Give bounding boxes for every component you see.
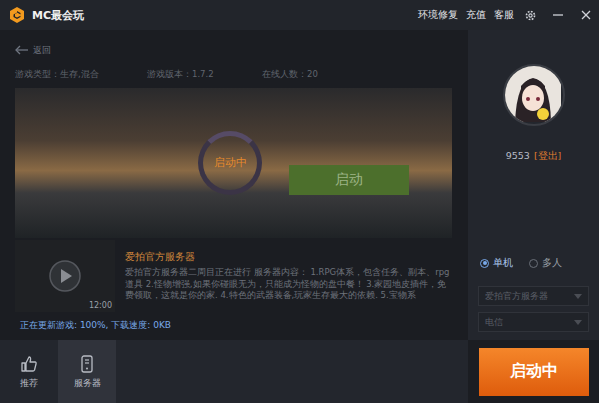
window-title: MC最会玩 [32,8,84,23]
launch-button[interactable]: 启动中 [479,348,589,396]
user-name: 9553 [506,150,530,163]
mode-radio-group: 单机 多人 [478,256,589,270]
banner-image: 启动中启动 [15,88,452,238]
server-description: 爱拍官方服务器二周目正在进行 服务器内容： 1.RPG体系，包含任务、副本、rp… [125,267,452,302]
menu-item[interactable]: 充值 [466,8,486,22]
game-info: 游戏类型：生存,混合游戏版本：1.7.2在线人数：20 [15,66,452,84]
phone-icon [77,354,97,374]
logo-icon [8,6,26,24]
chevron-down-icon [574,294,582,299]
menu-item[interactable]: 客服 [494,8,514,22]
loading-spinner: 启动中 [198,131,262,195]
video-thumbnail[interactable]: 12:00 [15,240,115,312]
minimize-icon[interactable] [551,8,565,22]
dropdown: 电信 [478,312,589,332]
update-status: 正在更新游戏: 100%, 下载速度: 0KB [15,318,452,332]
info-item: 在线人数：20 [262,69,318,81]
game-detail: 返回游戏类型：生存,混合游戏版本：1.7.2在线人数：20启动中启动12:00爱… [0,30,468,340]
thumbs-up-icon [19,354,39,374]
launcher-window: MC最会玩环境修复充值客服返回游戏类型：生存,混合游戏版本：1.7.2在线人数：… [0,0,599,403]
back-button[interactable]: 返回 [15,30,452,66]
video-duration: 12:00 [89,301,112,310]
gear-icon[interactable] [524,9,537,22]
play-icon [48,259,82,293]
close-icon[interactable] [579,8,593,22]
mode-radio[interactable]: 多人 [529,256,562,270]
dropdown: 爱拍官方服务器 [478,286,589,306]
chevron-down-icon [574,320,582,325]
start-button: 启动 [289,165,409,195]
bottom-bar: 推荐服务器 启动中 [0,340,599,403]
nav-item[interactable]: 推荐 [0,340,58,403]
arrow-left-icon [15,45,29,55]
server-title: 爱拍官方服务器 [125,250,452,264]
avatar-image [503,64,565,126]
nav-item[interactable]: 服务器 [58,340,116,403]
info-item: 游戏类型：生存,混合 [15,69,147,81]
user-info: 9553 [登出] [506,150,562,163]
info-item: 游戏版本：1.7.2 [147,69,262,81]
mode-radio[interactable]: 单机 [480,256,513,270]
logout-link[interactable]: [登出] [534,150,561,163]
avatar-icon [505,66,561,122]
menu-item[interactable]: 环境修复 [418,8,458,22]
top-menu: 环境修复充值客服 [418,8,593,22]
user-panel: 9553 [登出] 单机 多人爱拍官方服务器电信 [468,30,599,340]
title-bar: MC最会玩 环境修复充值客服 [0,0,599,30]
